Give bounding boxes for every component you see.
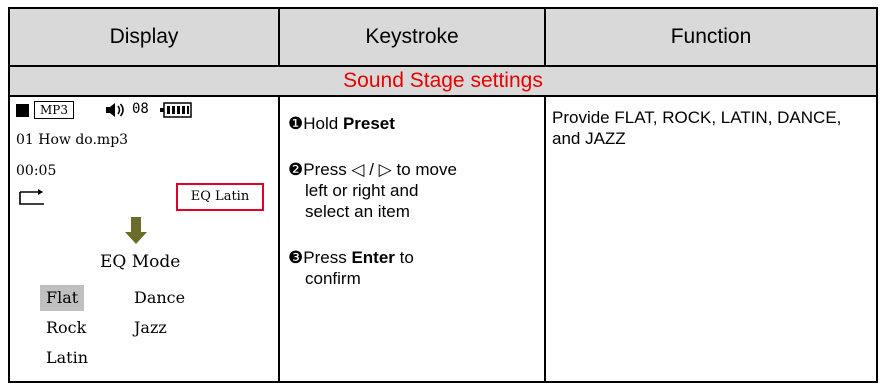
table-header: Display Keystroke Function bbox=[10, 9, 876, 67]
function-cell: Provide FLAT, ROCK, LATIN, DANCE, and JA… bbox=[546, 97, 876, 381]
settings-table: Display Keystroke Function Sound Stage s… bbox=[8, 7, 878, 383]
header-function: Function bbox=[670, 25, 752, 48]
divider bbox=[278, 9, 280, 67]
step-text: Hold bbox=[303, 114, 343, 133]
function-description: Provide FLAT, ROCK, LATIN, DANCE, and JA… bbox=[552, 108, 842, 148]
header-display: Display bbox=[109, 25, 179, 48]
eq-option-dance: Dance bbox=[134, 288, 186, 307]
repeat-icon bbox=[19, 189, 44, 205]
divider bbox=[544, 9, 546, 67]
step-number: ❷ bbox=[288, 160, 304, 179]
step-1: ❶Hold Preset bbox=[288, 113, 395, 134]
keystroke-steps: ❶Hold Preset ❷Press ◁ / ▷ to move left o… bbox=[280, 97, 542, 381]
down-arrow-icon bbox=[125, 217, 147, 244]
eq-option-jazz: Jazz bbox=[134, 318, 167, 337]
volume-level: 08 bbox=[132, 101, 149, 117]
key-name: Preset bbox=[342, 114, 395, 133]
eq-menu-title: EQ Mode bbox=[100, 252, 181, 272]
battery-icon bbox=[160, 102, 192, 118]
volume-icon bbox=[106, 103, 124, 117]
section-title: Sound Stage settings bbox=[10, 67, 876, 97]
step-number: ❶ bbox=[288, 114, 304, 133]
eq-option-flat: Flat bbox=[40, 285, 85, 311]
lcd-display: MP3 08 01 How do.mp3 00:05 EQ Latin EQ M… bbox=[10, 97, 278, 381]
eq-status: EQ Latin bbox=[176, 183, 264, 211]
eq-option-latin: Latin bbox=[46, 348, 89, 367]
song-title: 01 How do.mp3 bbox=[16, 132, 129, 148]
step-text: Press ◁ / ▷ to move bbox=[303, 160, 457, 179]
elapsed-time: 00:05 bbox=[16, 163, 57, 179]
step-3: ❸Press Enter to confirm bbox=[288, 247, 414, 289]
step-text: select an item bbox=[305, 202, 410, 221]
step-text: confirm bbox=[305, 269, 361, 288]
step-text: left or right and bbox=[305, 181, 419, 200]
key-name: Enter bbox=[351, 248, 395, 267]
header-keystroke: Keystroke bbox=[365, 25, 459, 48]
step-text: Press bbox=[303, 248, 352, 267]
eq-option-rock: Rock bbox=[46, 318, 87, 337]
stop-icon bbox=[16, 104, 29, 117]
step-text: to bbox=[394, 248, 414, 267]
step-number: ❸ bbox=[288, 248, 304, 267]
mode-badge: MP3 bbox=[34, 101, 74, 119]
step-2: ❷Press ◁ / ▷ to move left or right and s… bbox=[288, 159, 457, 222]
